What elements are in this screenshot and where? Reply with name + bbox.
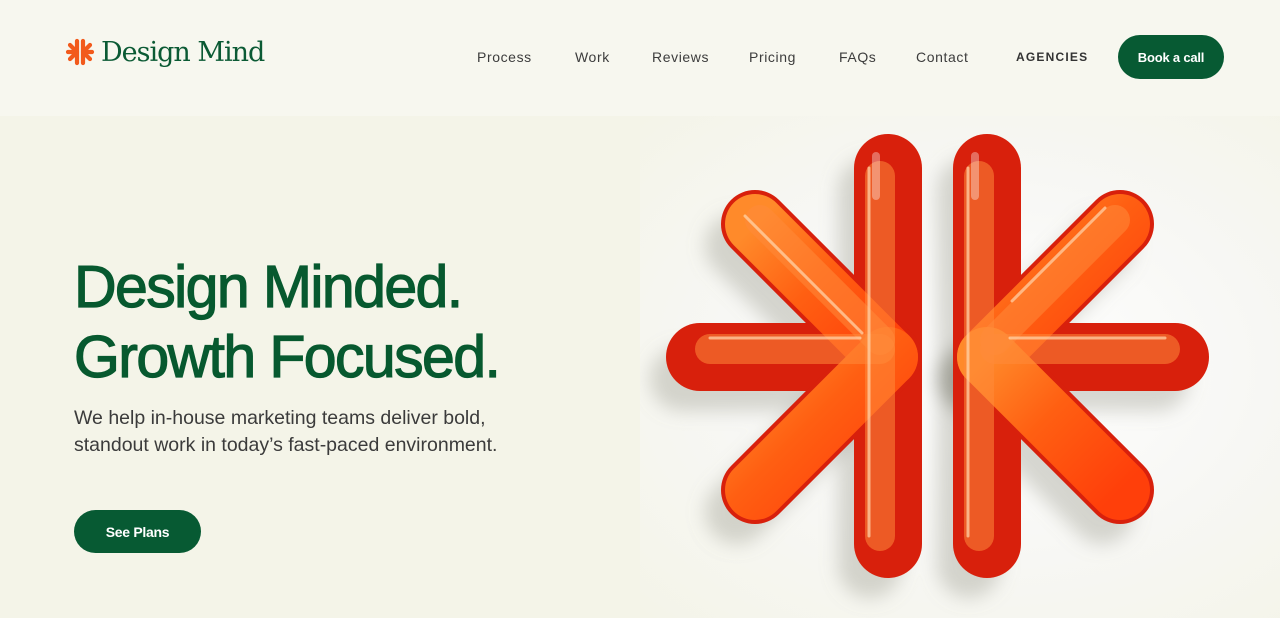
nav-item-faqs[interactable]: FAQs [839, 46, 876, 68]
hero-title-line-2: Growth Focused. [73, 323, 501, 390]
main-nav: Process Work Reviews Pricing FAQs Contac… [0, 46, 1280, 68]
book-call-button[interactable]: Book a call [1118, 35, 1224, 79]
hero-title: Design Minded. Growth Focused. [73, 252, 501, 392]
see-plans-button[interactable]: See Plans [74, 510, 201, 553]
hero-title-line-1: Design Minded. [73, 253, 463, 320]
hero-illustration [640, 116, 1280, 618]
nav-item-reviews[interactable]: Reviews [652, 46, 709, 68]
glossy-asterisk-icon [650, 134, 1209, 598]
nav-item-contact[interactable]: Contact [916, 46, 968, 68]
landing-page: Design Mind Process Work Reviews Pricing… [0, 0, 1280, 618]
nav-item-agencies[interactable]: AGENCIES [1016, 46, 1088, 68]
hero-subtitle: We help in-house marketing teams deliver… [74, 407, 498, 456]
nav-item-pricing[interactable]: Pricing [749, 46, 796, 68]
nav-item-work[interactable]: Work [575, 46, 610, 68]
site-header: Design Mind Process Work Reviews Pricing… [0, 0, 1280, 116]
nav-item-process[interactable]: Process [477, 46, 532, 68]
hero-section: Design Minded. Growth Focused. We help i… [0, 116, 1280, 618]
